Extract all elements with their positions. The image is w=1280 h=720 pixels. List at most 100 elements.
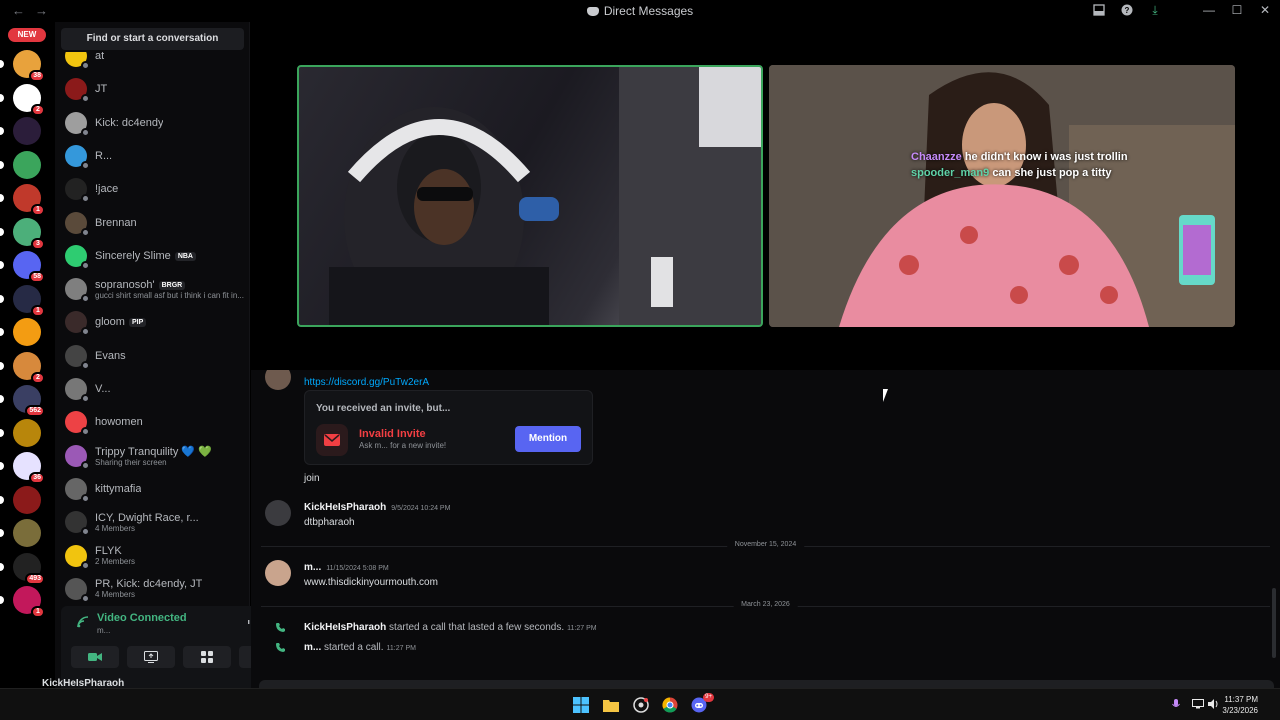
server-icon[interactable]: 2: [13, 83, 45, 116]
server-badge: 1: [31, 204, 45, 216]
dm-item[interactable]: Kick: dc4endy: [61, 107, 244, 139]
call-author[interactable]: KickHeIsPharaoh: [304, 622, 386, 633]
network-icon[interactable]: [1192, 699, 1204, 712]
server-icon[interactable]: 1: [13, 586, 45, 618]
maximize-icon[interactable]: ☐: [1230, 3, 1244, 17]
server-icon[interactable]: 493: [13, 552, 45, 585]
chat-scrollbar[interactable]: [1272, 588, 1276, 658]
server-icon[interactable]: [13, 418, 41, 447]
mention-button[interactable]: Mention: [515, 426, 581, 452]
dm-name: at: [95, 52, 105, 62]
search-input[interactable]: Find or start a conversation: [61, 28, 244, 50]
message-text: join: [304, 473, 320, 484]
server-badge: 1: [31, 606, 45, 618]
download-icon[interactable]: ⤓: [1148, 3, 1162, 17]
avatar: [65, 52, 90, 70]
dm-item[interactable]: sopranosoh' BRGR gucci shirt small asf but…: [61, 273, 244, 305]
dm-item[interactable]: gloom PIP: [61, 306, 244, 338]
back-arrow-icon[interactable]: ←: [12, 3, 25, 18]
dm-item[interactable]: JT: [61, 73, 244, 105]
message-composer[interactable]: [259, 680, 1274, 688]
video-tile-self[interactable]: [297, 65, 763, 327]
server-icon[interactable]: 36: [13, 452, 45, 484]
dm-name: V...: [95, 383, 111, 395]
chrome-icon[interactable]: [661, 697, 679, 713]
avatar[interactable]: [265, 500, 291, 526]
status-indicator: [81, 227, 90, 237]
main-area: Chaanzze he didn't know i was just troll…: [251, 22, 1280, 688]
dm-list: at JT Kick: dc4endy R... !jace Brennan Sincere…: [55, 52, 250, 602]
dm-item[interactable]: ICY, Dwight Race, r... 4 Members: [61, 506, 244, 538]
server-icon[interactable]: [13, 150, 41, 179]
unread-pip: [0, 194, 4, 202]
video-tile-remote[interactable]: Chaanzze he didn't know i was just troll…: [769, 65, 1235, 327]
status-indicator: [81, 593, 90, 602]
window-title: Direct Messages: [0, 4, 1280, 18]
server-icon[interactable]: 1: [13, 184, 45, 216]
call-author[interactable]: m...: [304, 642, 321, 653]
overlay-user-1: Chaanzze: [911, 151, 962, 163]
status-indicator: [81, 294, 90, 304]
server-icon[interactable]: 562: [13, 385, 45, 417]
volume-icon[interactable]: [1208, 699, 1220, 712]
server-icon[interactable]: 58: [13, 251, 45, 283]
video-feed-a: [329, 67, 761, 325]
minimize-icon[interactable]: —: [1202, 3, 1216, 17]
title-bar: ← → Direct Messages ? ⤓ — ☐ ✕: [0, 0, 1280, 22]
unread-pip: [0, 361, 4, 370]
server-icon[interactable]: 3: [13, 217, 45, 250]
dm-item[interactable]: Sincerely Slime NBA: [61, 240, 244, 272]
server-icon[interactable]: 1: [13, 284, 45, 317]
activities-button[interactable]: [183, 646, 231, 668]
dm-subtitle: 2 Members: [95, 557, 136, 566]
avatar[interactable]: [265, 560, 291, 586]
server-icon[interactable]: 2: [13, 351, 45, 384]
status-indicator: [81, 260, 90, 270]
inbox-icon[interactable]: [1092, 3, 1106, 17]
status-indicator: [81, 160, 90, 170]
dm-sidebar: Find or start a conversation at JT Kick: d…: [55, 22, 300, 696]
server-icon[interactable]: 38: [13, 50, 45, 82]
screen-share-button[interactable]: [127, 646, 175, 668]
phone-icon: [275, 642, 286, 656]
dm-item[interactable]: Trippy Tranquility 💙 💚 Sharing their scre…: [61, 440, 244, 472]
video-feed-b: [769, 65, 1235, 327]
camera-button[interactable]: [71, 646, 119, 668]
obs-icon[interactable]: [632, 697, 650, 713]
windows-start-icon[interactable]: [572, 697, 590, 713]
server-icon[interactable]: [13, 485, 41, 514]
dm-item[interactable]: !jace: [61, 173, 244, 205]
dm-item[interactable]: V...: [61, 373, 244, 405]
dm-item[interactable]: FLYK 2 Members: [61, 540, 244, 572]
forward-arrow-icon[interactable]: →: [35, 3, 48, 18]
server-badge: 493: [25, 572, 45, 585]
user-bar[interactable]: KickHeIsPharaoh: [0, 678, 250, 688]
dm-item[interactable]: kittymafia: [61, 473, 244, 505]
dm-item[interactable]: howomen: [61, 406, 244, 438]
invite-link[interactable]: https://discord.gg/PuTw2erA: [304, 377, 429, 388]
avatar[interactable]: [265, 370, 291, 390]
close-icon[interactable]: ✕: [1258, 3, 1272, 17]
status-indicator: [81, 127, 90, 137]
voice-status[interactable]: Video Connected: [97, 612, 187, 624]
message-text: dtbpharaoh: [304, 517, 355, 528]
dm-item[interactable]: Brennan: [61, 207, 244, 239]
status-indicator: [81, 327, 90, 337]
dm-item[interactable]: at: [61, 52, 244, 72]
status-indicator: [81, 527, 90, 537]
system-clock[interactable]: 11:37 PM 3/23/2026: [1222, 694, 1258, 716]
server-icon[interactable]: [13, 117, 41, 145]
invite-header: You received an invite, but...: [316, 403, 451, 414]
server-icon[interactable]: [13, 519, 41, 547]
mic-icon[interactable]: [1172, 699, 1180, 713]
dm-name: !jace: [95, 183, 119, 196]
unread-pip: [0, 495, 4, 504]
server-icon[interactable]: [13, 318, 41, 346]
help-icon[interactable]: ?: [1120, 3, 1134, 17]
dm-item[interactable]: Evans: [61, 340, 244, 372]
message-author: KickHeIsPharaoh 9/5/2024 10:24 PM: [304, 502, 451, 513]
file-explorer-icon[interactable]: [602, 697, 620, 713]
discord-icon[interactable]: 9+: [690, 693, 714, 713]
dm-item[interactable]: R...: [61, 140, 244, 172]
dm-item[interactable]: PR, Kick: dc4endy, JT 4 Members: [61, 573, 244, 602]
